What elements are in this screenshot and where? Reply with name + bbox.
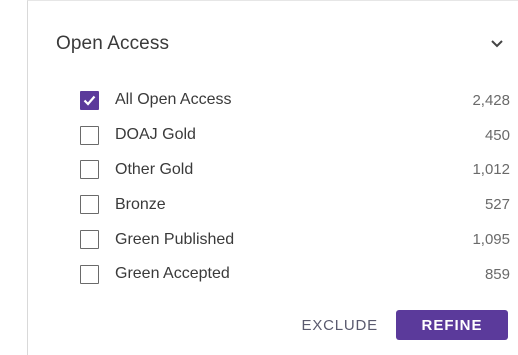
filter-actions: EXCLUDE REFINE: [280, 309, 508, 341]
checkbox-green-accepted[interactable]: [80, 264, 99, 284]
filter-option-other-gold[interactable]: Other Gold 1,012: [80, 153, 510, 188]
option-label: Bronze: [115, 195, 166, 213]
checkbox-bronze[interactable]: [80, 195, 99, 215]
filter-option-green-published[interactable]: Green Published 1,095: [80, 222, 510, 257]
option-count: 527: [484, 196, 510, 214]
option-label: DOAJ Gold: [115, 126, 196, 144]
option-label: Green Published: [115, 230, 235, 248]
chevron-down-icon[interactable]: [488, 35, 506, 53]
option-label: Other Gold: [115, 160, 194, 178]
checkbox-all-open-access[interactable]: [80, 90, 99, 110]
filter-title: Open Access: [56, 33, 170, 54]
option-count: 1,012: [472, 161, 510, 179]
option-count: 859: [484, 265, 510, 283]
exclude-button[interactable]: EXCLUDE: [302, 317, 396, 334]
filter-option-all-open-access[interactable]: All Open Access 2,428: [80, 83, 510, 118]
option-count: 2,428: [472, 91, 510, 109]
filter-option-bronze[interactable]: Bronze 527: [80, 187, 510, 222]
filter-header[interactable]: Open Access: [56, 30, 506, 58]
filter-options-list: All Open Access 2,428 DOAJ Gold 450 Othe…: [80, 83, 510, 292]
checkbox-green-published[interactable]: [80, 230, 99, 250]
checkbox-other-gold[interactable]: [80, 160, 99, 180]
filter-option-doaj-gold[interactable]: DOAJ Gold 450: [80, 118, 510, 153]
option-count: 450: [484, 126, 510, 144]
checkmark-icon: [83, 95, 96, 106]
checkbox-doaj-gold[interactable]: [80, 125, 99, 145]
option-label: All Open Access: [115, 91, 232, 109]
option-count: 1,095: [472, 231, 510, 249]
option-label: Green Accepted: [115, 265, 230, 283]
refine-button[interactable]: REFINE: [396, 310, 508, 340]
filter-option-green-accepted[interactable]: Green Accepted 859: [80, 257, 510, 292]
